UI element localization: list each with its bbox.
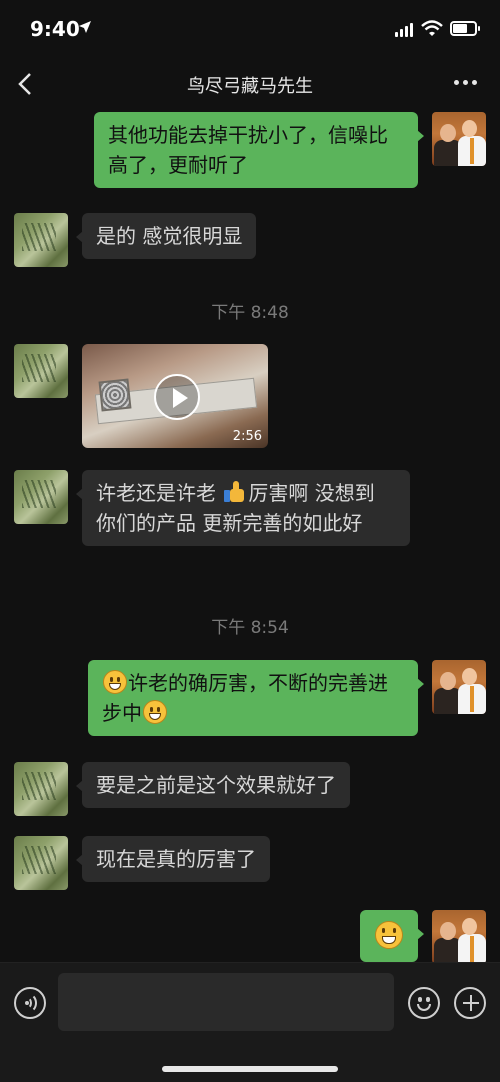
avatar-self[interactable] — [432, 910, 486, 962]
message-list[interactable]: 其他功能去掉干扰小了，信噪比高了，更耐听了 是的 感觉很明显 下午 8:48 2… — [0, 110, 500, 962]
timestamp: 下午 8:54 — [211, 618, 289, 638]
avatar-self[interactable] — [432, 112, 486, 166]
message-bubble-received[interactable]: 要是之前是这个效果就好了 — [76, 762, 350, 808]
home-indicator[interactable] — [162, 1066, 338, 1072]
status-time: 9:40 — [30, 17, 80, 41]
timestamp: 下午 8:48 — [211, 303, 289, 323]
video-duration: 2:56 — [232, 429, 262, 444]
avatar-contact[interactable] — [14, 762, 68, 816]
video-message[interactable]: 2:56 — [82, 344, 268, 448]
message-text: 许老还是许老 — [96, 481, 223, 505]
avatar-contact[interactable] — [14, 470, 68, 524]
cellular-signal-icon — [395, 23, 415, 37]
thumbs-up-icon — [224, 481, 246, 503]
grin-emoji-icon — [143, 700, 167, 724]
message-text: 其他功能去掉干扰小了，信噪比高了，更耐听了 — [108, 123, 388, 177]
message-input[interactable] — [58, 973, 394, 1031]
message-bubble-received[interactable]: 许老还是许老 厉害啊 没想到 你们的产品 更新完善的如此好 — [76, 470, 410, 546]
message-text: 现在是真的厉害了 — [96, 847, 256, 871]
voice-icon[interactable] — [14, 987, 46, 1019]
grin-emoji-icon — [375, 921, 403, 949]
message-text: 要是之前是这个效果就好了 — [96, 773, 336, 797]
input-bar — [0, 962, 500, 1082]
message-bubble-sent[interactable] — [360, 910, 424, 962]
grin-emoji-icon — [103, 670, 127, 694]
message-bubble-received[interactable]: 现在是真的厉害了 — [76, 836, 270, 882]
location-arrow-icon — [79, 21, 91, 33]
chat-header: 鸟尽弓藏马先生 — [0, 58, 500, 110]
status-bar: 9:40 — [0, 0, 500, 58]
more-dots-icon[interactable] — [454, 80, 478, 86]
emoji-icon[interactable] — [408, 987, 440, 1019]
message-text: 是的 感觉很明显 — [96, 224, 243, 248]
avatar-contact[interactable] — [14, 213, 68, 267]
avatar-contact[interactable] — [14, 836, 68, 890]
plus-icon[interactable] — [454, 987, 486, 1019]
play-icon[interactable] — [154, 374, 200, 420]
avatar-self[interactable] — [432, 660, 486, 714]
message-bubble-received[interactable]: 是的 感觉很明显 — [75, 213, 257, 259]
wifi-icon — [421, 20, 443, 36]
chat-title: 鸟尽弓藏马先生 — [187, 76, 313, 97]
battery-icon — [450, 21, 480, 36]
avatar-contact[interactable] — [14, 344, 68, 398]
message-bubble-sent[interactable]: 其他功能去掉干扰小了，信噪比高了，更耐听了 — [94, 112, 424, 188]
message-bubble-sent[interactable]: 许老的确厉害，不断的完善进步中 — [88, 660, 424, 736]
